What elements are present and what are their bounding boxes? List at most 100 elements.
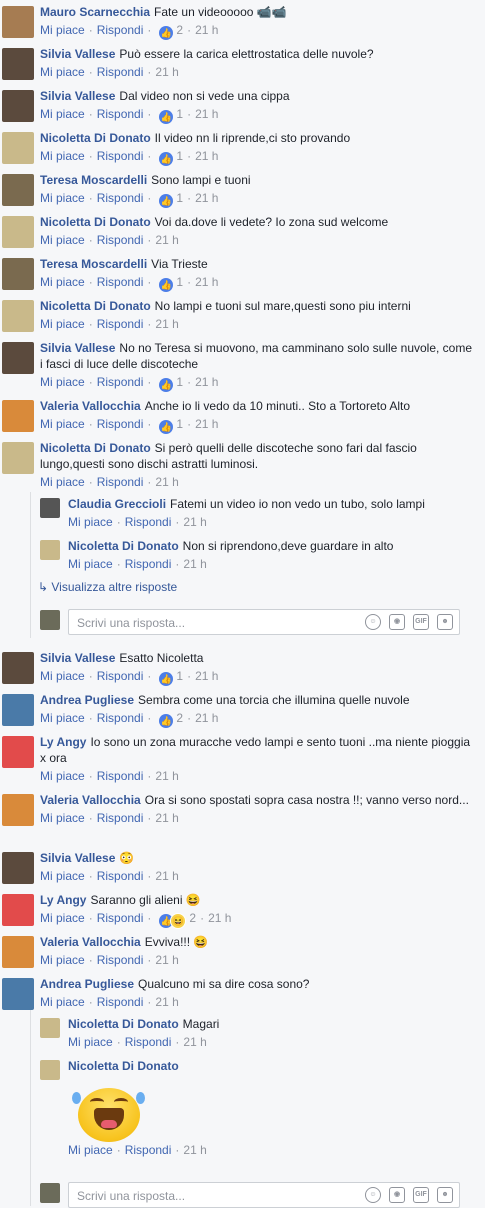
- reply-box[interactable]: ☺ ◉ GIF ☻: [68, 609, 460, 635]
- reply-link[interactable]: Rispondi: [97, 475, 144, 489]
- avatar[interactable]: [2, 216, 34, 248]
- reaction-count[interactable]: 1: [176, 191, 183, 205]
- like-link[interactable]: Mi piace: [40, 769, 85, 783]
- reply-link[interactable]: Rispondi: [97, 375, 144, 389]
- comment-author[interactable]: Valeria Vallocchia: [40, 935, 141, 949]
- comment-author[interactable]: Andrea Pugliese: [40, 977, 134, 991]
- like-reaction-icon[interactable]: 👍: [159, 26, 174, 40]
- comment-author[interactable]: Silvia Vallese: [40, 341, 115, 355]
- reaction-count[interactable]: 2: [176, 711, 183, 725]
- reply-link[interactable]: Rispondi: [97, 669, 144, 683]
- avatar[interactable]: [2, 48, 34, 80]
- reaction-count[interactable]: 1: [176, 275, 183, 289]
- reply-link[interactable]: Rispondi: [97, 811, 144, 825]
- like-reaction-icon[interactable]: 👍: [159, 152, 174, 166]
- timestamp[interactable]: 21 h: [195, 711, 218, 725]
- avatar[interactable]: [40, 1060, 60, 1080]
- like-link[interactable]: Mi piace: [68, 1143, 113, 1157]
- comment-author[interactable]: Mauro Scarnecchia: [40, 5, 150, 19]
- like-link[interactable]: Mi piace: [40, 811, 85, 825]
- reaction-count[interactable]: 1: [176, 149, 183, 163]
- smiley-icon[interactable]: ☺: [365, 1187, 381, 1203]
- comment-author[interactable]: Silvia Vallese: [40, 651, 115, 665]
- timestamp[interactable]: 21 h: [195, 275, 218, 289]
- timestamp[interactable]: 21 h: [195, 375, 218, 389]
- reply-link[interactable]: Rispondi: [97, 769, 144, 783]
- timestamp[interactable]: 21 h: [195, 23, 218, 37]
- like-link[interactable]: Mi piace: [40, 417, 85, 431]
- reply-link[interactable]: Rispondi: [97, 317, 144, 331]
- reply-link[interactable]: Rispondi: [97, 275, 144, 289]
- camera-icon[interactable]: ◉: [389, 1187, 405, 1203]
- like-link[interactable]: Mi piace: [40, 65, 85, 79]
- reply-link[interactable]: Rispondi: [97, 911, 144, 925]
- timestamp[interactable]: 21 h: [183, 1143, 206, 1157]
- avatar[interactable]: [2, 174, 34, 206]
- reply-link[interactable]: Rispondi: [97, 233, 144, 247]
- avatar[interactable]: [2, 894, 34, 926]
- like-link[interactable]: Mi piace: [68, 515, 113, 529]
- timestamp[interactable]: 21 h: [195, 107, 218, 121]
- like-link[interactable]: Mi piace: [40, 911, 85, 925]
- reply-link[interactable]: Rispondi: [97, 953, 144, 967]
- like-reaction-icon[interactable]: 👍: [159, 420, 174, 434]
- reply-link[interactable]: Rispondi: [97, 23, 144, 37]
- comment-author[interactable]: Andrea Pugliese: [40, 693, 134, 707]
- sticker-icon[interactable]: ☻: [437, 614, 453, 630]
- timestamp[interactable]: 21 h: [195, 417, 218, 431]
- reply-link[interactable]: Rispondi: [125, 1143, 172, 1157]
- like-link[interactable]: Mi piace: [40, 149, 85, 163]
- avatar[interactable]: [2, 652, 34, 684]
- timestamp[interactable]: 21 h: [155, 475, 178, 489]
- reply-link[interactable]: Rispondi: [97, 995, 144, 1009]
- avatar[interactable]: [2, 258, 34, 290]
- comment-author[interactable]: Silvia Vallese: [40, 851, 115, 865]
- reply-link[interactable]: Rispondi: [97, 107, 144, 121]
- camera-icon[interactable]: ◉: [389, 614, 405, 630]
- view-more-replies[interactable]: ↳ Visualizza altre risposte: [38, 580, 177, 594]
- timestamp[interactable]: 21 h: [183, 557, 206, 571]
- avatar[interactable]: [40, 1018, 60, 1038]
- like-link[interactable]: Mi piace: [40, 869, 85, 883]
- comment-author[interactable]: Nicoletta Di Donato: [68, 1059, 179, 1073]
- like-link[interactable]: Mi piace: [40, 317, 85, 331]
- reply-link[interactable]: Rispondi: [97, 149, 144, 163]
- like-link[interactable]: Mi piace: [68, 1035, 113, 1049]
- comment-author[interactable]: Nicoletta Di Donato: [40, 299, 151, 313]
- timestamp[interactable]: 21 h: [155, 317, 178, 331]
- timestamp[interactable]: 21 h: [155, 233, 178, 247]
- avatar[interactable]: [2, 400, 34, 432]
- reaction-count[interactable]: 1: [176, 107, 183, 121]
- comment-author[interactable]: Valeria Vallocchia: [40, 793, 141, 807]
- gif-icon[interactable]: GIF: [413, 1187, 429, 1203]
- timestamp[interactable]: 21 h: [183, 515, 206, 529]
- reaction-count[interactable]: 1: [176, 669, 183, 683]
- sticker-icon[interactable]: ☻: [437, 1187, 453, 1203]
- like-reaction-icon[interactable]: 👍: [159, 714, 174, 728]
- comment-author[interactable]: Silvia Vallese: [40, 47, 115, 61]
- reply-link[interactable]: Rispondi: [97, 869, 144, 883]
- timestamp[interactable]: 21 h: [195, 149, 218, 163]
- timestamp[interactable]: 21 h: [155, 995, 178, 1009]
- like-link[interactable]: Mi piace: [40, 233, 85, 247]
- more-replies-label[interactable]: Visualizza altre risposte: [51, 580, 177, 594]
- avatar[interactable]: [2, 90, 34, 122]
- like-reaction-icon[interactable]: 👍: [159, 194, 174, 208]
- timestamp[interactable]: 21 h: [183, 1035, 206, 1049]
- reply-link[interactable]: Rispondi: [125, 1035, 172, 1049]
- avatar[interactable]: [2, 852, 34, 884]
- comment-author[interactable]: Nicoletta Di Donato: [68, 1017, 179, 1031]
- avatar[interactable]: [2, 736, 34, 768]
- reply-link[interactable]: Rispondi: [125, 515, 172, 529]
- like-reaction-icon[interactable]: 👍: [159, 278, 174, 292]
- timestamp[interactable]: 21 h: [208, 911, 231, 925]
- comment-author[interactable]: Nicoletta Di Donato: [40, 441, 151, 455]
- avatar[interactable]: [2, 342, 34, 374]
- avatar[interactable]: [2, 936, 34, 968]
- timestamp[interactable]: 21 h: [155, 811, 178, 825]
- reaction-count[interactable]: 2: [176, 23, 183, 37]
- like-link[interactable]: Mi piace: [40, 953, 85, 967]
- comment-author[interactable]: Ly Angy: [40, 893, 86, 907]
- reply-link[interactable]: Rispondi: [97, 65, 144, 79]
- like-link[interactable]: Mi piace: [40, 711, 85, 725]
